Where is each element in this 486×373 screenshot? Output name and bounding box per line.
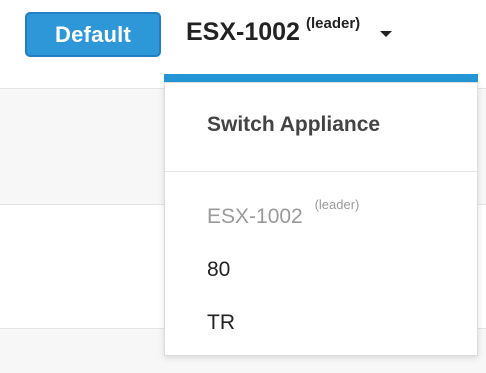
default-badge-label: Default xyxy=(55,21,131,47)
menu-item-label: ESX-1002 xyxy=(207,205,303,228)
menu-item-tr[interactable]: TR xyxy=(207,311,235,335)
default-badge[interactable]: Default xyxy=(25,12,161,57)
menu-item-esx-1002: ESX-1002 (leader) xyxy=(207,197,359,229)
menu-header: Switch Appliance xyxy=(207,113,381,136)
chevron-down-icon[interactable] xyxy=(380,31,393,37)
active-underline xyxy=(164,74,478,82)
menu-item-label: TR xyxy=(207,311,235,334)
menu-item-80[interactable]: 80 xyxy=(207,258,230,282)
menu-item-role: (leader) xyxy=(314,197,360,212)
menu-item-label: 80 xyxy=(207,258,231,281)
current-appliance-name: ESX-1002 xyxy=(186,17,300,46)
menu-divider xyxy=(165,171,477,172)
page: Default ESX-1002 (leader) Switch Applian… xyxy=(0,0,486,373)
switch-appliance-menu: Switch Appliance ESX-1002 (leader) 80 TR xyxy=(164,82,478,356)
current-appliance-role: (leader) xyxy=(305,14,361,32)
appliance-selector[interactable]: ESX-1002 (leader) xyxy=(186,10,393,54)
